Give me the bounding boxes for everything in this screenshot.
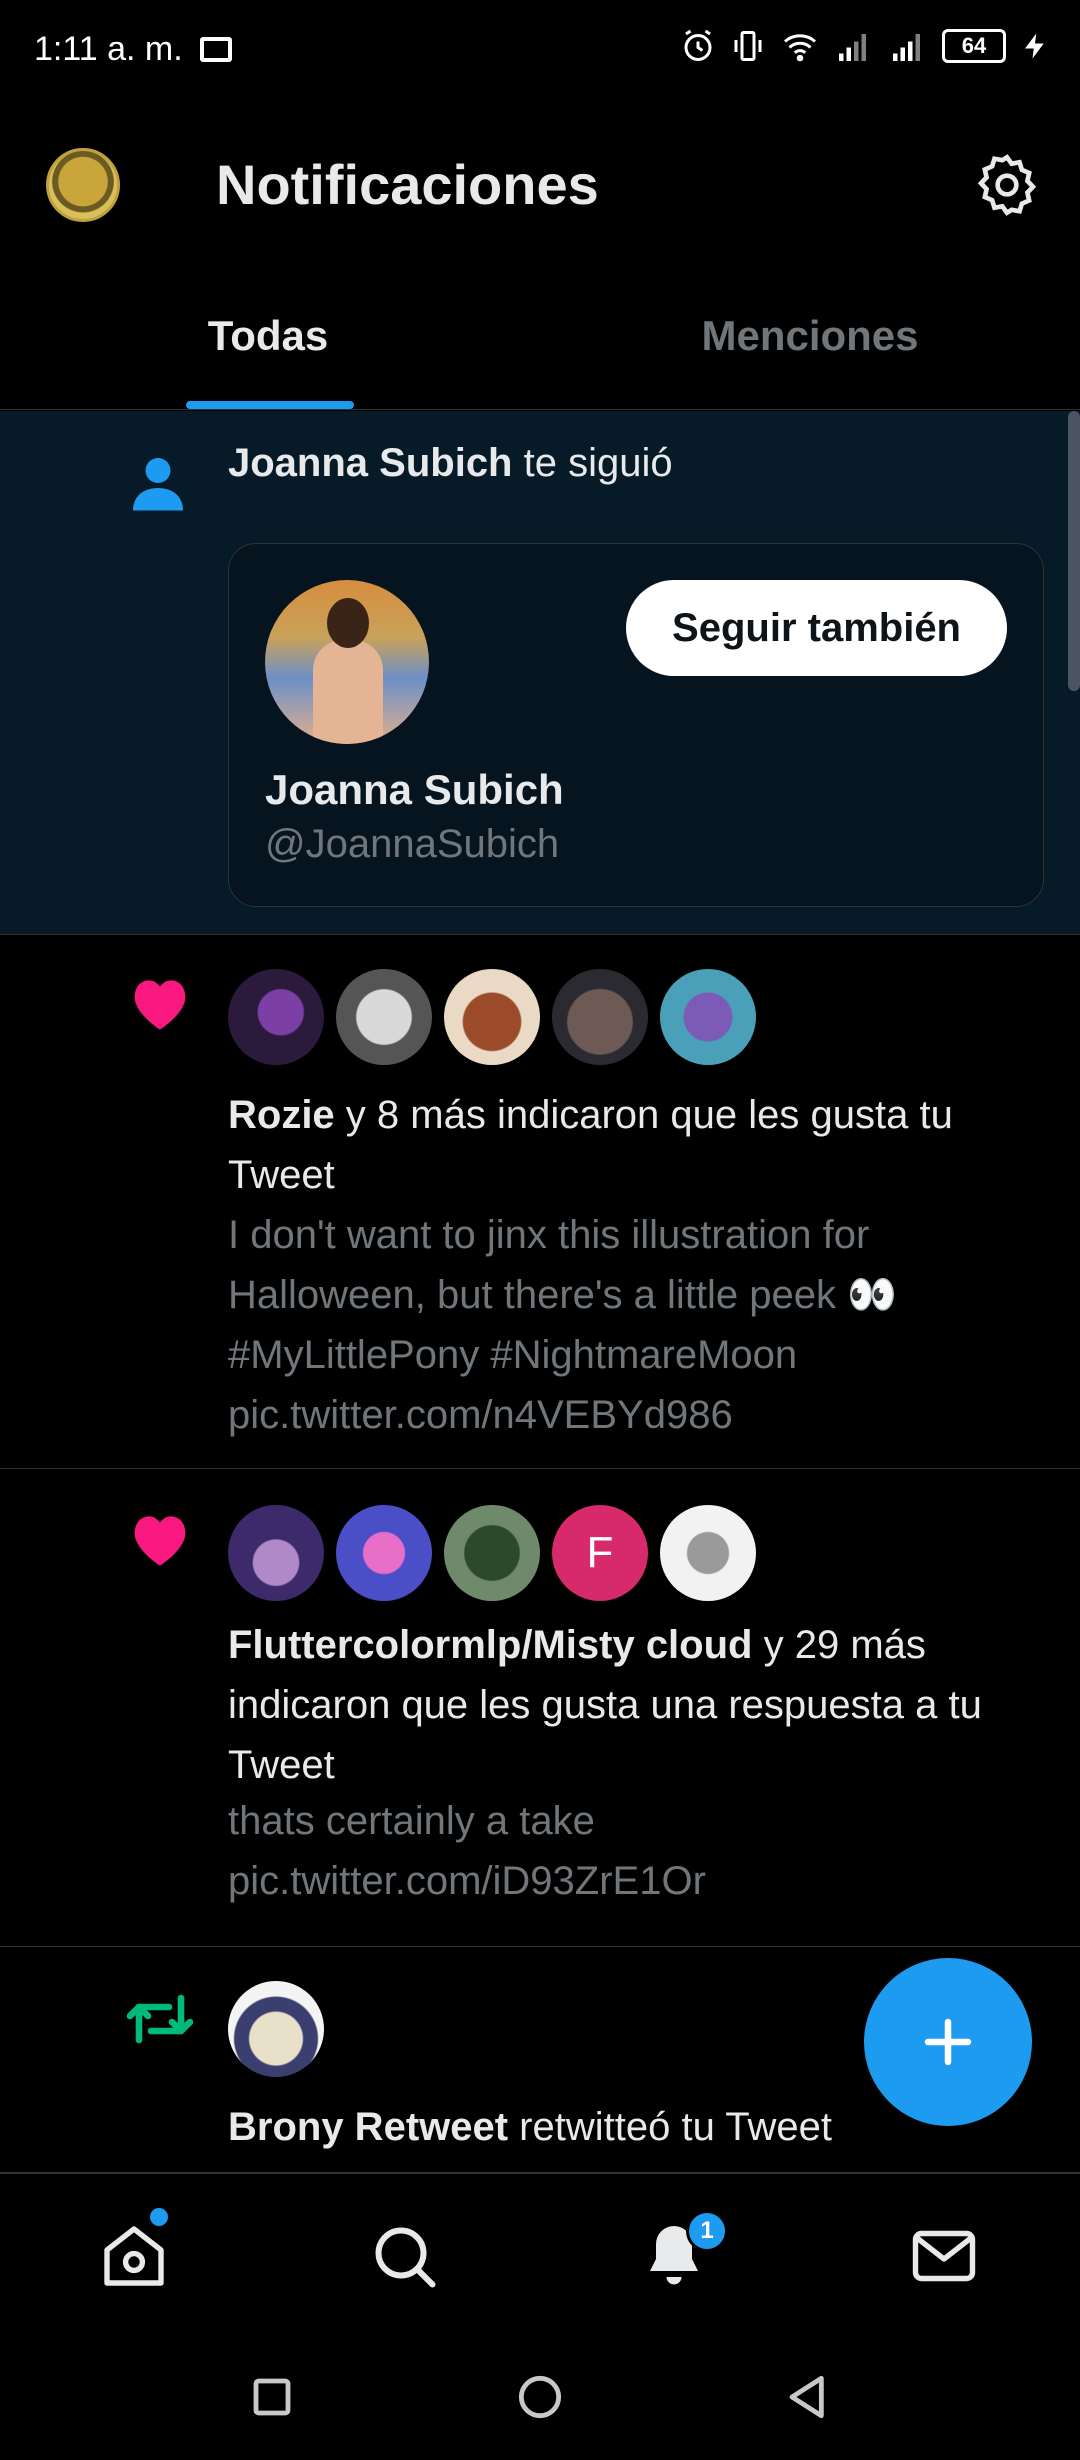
person-icon bbox=[128, 451, 188, 520]
signal-icon bbox=[834, 28, 874, 64]
liker-avatars: F bbox=[228, 1505, 756, 1601]
status-time: 1:11 a. m. bbox=[34, 30, 183, 68]
avatar[interactable] bbox=[228, 1505, 324, 1601]
avatar[interactable] bbox=[552, 969, 648, 1065]
signal-2-icon bbox=[888, 28, 928, 64]
retweeter-avatars bbox=[228, 1981, 324, 2077]
charging-icon bbox=[1020, 28, 1050, 64]
avatar[interactable] bbox=[336, 969, 432, 1065]
notification-badge: 1 bbox=[686, 2210, 728, 2252]
back-icon[interactable] bbox=[776, 2365, 840, 2429]
status-icons: 64 bbox=[680, 28, 1050, 64]
like-user-name[interactable]: Rozie bbox=[228, 1093, 335, 1137]
tab-menciones[interactable]: Menciones bbox=[680, 312, 940, 410]
avatar[interactable] bbox=[444, 1505, 540, 1601]
like-text: Rozie y 8 más indicaron que les gusta tu… bbox=[228, 1093, 953, 1197]
alarm-icon bbox=[680, 28, 716, 64]
status-bar: 1:11 a. m. 64 bbox=[0, 0, 1080, 100]
follow-user-name[interactable]: Joanna Subich bbox=[228, 441, 513, 485]
gear-icon[interactable] bbox=[972, 150, 1042, 220]
avatar[interactable] bbox=[660, 969, 756, 1065]
like-user-name[interactable]: Fluttercolormlp/Misty cloud bbox=[228, 1623, 752, 1667]
scrollbar[interactable] bbox=[1068, 411, 1080, 691]
retweet-icon bbox=[124, 1989, 196, 2054]
liker-avatars bbox=[228, 969, 756, 1065]
follow-notification[interactable]: Joanna Subich te siguió Seguir también J… bbox=[0, 411, 1080, 935]
wifi-icon bbox=[780, 28, 820, 64]
tweet-preview: I don't want to jinx this illustration f… bbox=[228, 1213, 897, 1437]
active-tab-indicator bbox=[186, 401, 354, 409]
avatar[interactable] bbox=[444, 969, 540, 1065]
like-notification[interactable]: Rozie y 8 más indicaron que les gusta tu… bbox=[0, 935, 1080, 1469]
follow-text: Joanna Subich te siguió bbox=[228, 441, 673, 485]
folder-icon bbox=[200, 37, 232, 62]
like-text: Fluttercolormlp/Misty cloud y 29 más ind… bbox=[228, 1623, 982, 1787]
user-card[interactable]: Seguir también Joanna Subich @JoannaSubi… bbox=[228, 543, 1044, 907]
battery-icon: 64 bbox=[942, 29, 1006, 63]
vibrate-icon bbox=[730, 28, 766, 64]
avatar[interactable] bbox=[660, 1505, 756, 1601]
search-icon[interactable] bbox=[368, 2220, 440, 2292]
page-title: Notificaciones bbox=[216, 153, 599, 216]
avatar[interactable] bbox=[228, 1981, 324, 2077]
heart-icon bbox=[128, 1509, 192, 1574]
bottom-nav: 1 bbox=[0, 2173, 1080, 2337]
system-nav-bar bbox=[0, 2337, 1080, 2460]
new-tweets-dot bbox=[150, 2208, 168, 2226]
heart-icon bbox=[128, 973, 192, 1038]
plus-icon bbox=[924, 2018, 972, 2066]
compose-button[interactable] bbox=[864, 1958, 1032, 2126]
avatar[interactable] bbox=[336, 1505, 432, 1601]
tweet-preview: thats certainly a take pic.twitter.com/i… bbox=[228, 1799, 706, 1903]
avatar[interactable] bbox=[228, 969, 324, 1065]
tab-todas[interactable]: Todas bbox=[184, 312, 352, 410]
app-header: Notificaciones bbox=[0, 100, 1080, 265]
like-reply-notification[interactable]: F Fluttercolormlp/Misty cloud y 29 más i… bbox=[0, 1469, 1080, 1947]
user-avatar[interactable] bbox=[265, 580, 429, 744]
profile-avatar-icon[interactable] bbox=[46, 148, 120, 222]
avatar[interactable]: F bbox=[552, 1505, 648, 1601]
card-user-handle: @JoannaSubich bbox=[265, 822, 560, 866]
recents-icon[interactable] bbox=[240, 2365, 304, 2429]
follow-back-button[interactable]: Seguir también bbox=[626, 580, 1007, 676]
home-icon[interactable] bbox=[98, 2220, 170, 2292]
mail-icon[interactable] bbox=[908, 2220, 980, 2292]
home-circle-icon[interactable] bbox=[508, 2365, 572, 2429]
tab-bar: Todas Menciones bbox=[0, 290, 1080, 410]
card-user-name: Joanna Subich bbox=[265, 766, 564, 813]
retweet-user-name[interactable]: Brony Retweet bbox=[228, 2105, 508, 2149]
